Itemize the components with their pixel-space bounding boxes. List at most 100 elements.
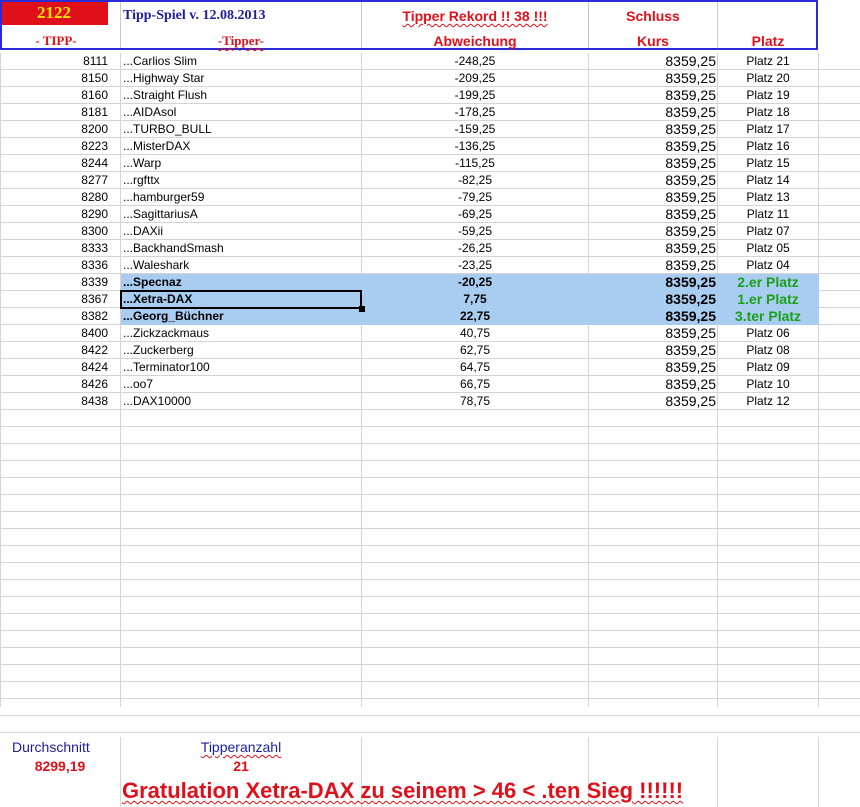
congratulation-banner[interactable]: Gratulation Xetra-DAX zu seinem > 46 < .… <box>122 778 683 804</box>
abweichung-cell[interactable]: 66,75 <box>362 376 588 393</box>
tipper-cell[interactable]: ...Carlios Slim <box>123 53 359 70</box>
tipp-cell[interactable]: 8150 <box>0 70 108 87</box>
platz-cell[interactable]: Platz 15 <box>718 155 818 172</box>
abweichung-cell[interactable]: 78,75 <box>362 393 588 410</box>
tipper-cell[interactable]: ...DAX10000 <box>123 393 359 410</box>
tipper-cell[interactable]: ...Straight Flush <box>123 87 359 104</box>
average-value[interactable]: 8299,19 <box>0 758 120 774</box>
abweichung-cell[interactable]: -209,25 <box>362 70 588 87</box>
tipper-cell[interactable]: ...DAXii <box>123 223 359 240</box>
active-cell-selection[interactable] <box>120 290 362 309</box>
platz-cell[interactable]: Platz 12 <box>718 393 818 410</box>
abweichung-cell[interactable]: 7,75 <box>362 291 588 308</box>
tipp-cell[interactable]: 8111 <box>0 53 108 70</box>
tipp-cell[interactable]: 8336 <box>0 257 108 274</box>
platz-cell[interactable]: Platz 10 <box>718 376 818 393</box>
platz-cell[interactable]: Platz 19 <box>718 87 818 104</box>
tipper-cell[interactable]: ...MisterDAX <box>123 138 359 155</box>
platz-cell[interactable]: Platz 06 <box>718 325 818 342</box>
tipper-cell[interactable]: ...rgfttx <box>123 172 359 189</box>
abweichung-cell[interactable]: -26,25 <box>362 240 588 257</box>
tipper-cell[interactable]: ...Highway Star <box>123 70 359 87</box>
tipper-cell[interactable]: ...oo7 <box>123 376 359 393</box>
kurs-cell[interactable]: 8359,25 <box>589 342 716 359</box>
tipper-cell[interactable]: ...Zuckerberg <box>123 342 359 359</box>
platz-cell[interactable]: 3.ter Platz <box>718 308 818 325</box>
tipper-cell[interactable]: ...Georg_Büchner <box>123 308 359 325</box>
abweichung-cell[interactable]: -20,25 <box>362 274 588 291</box>
abweichung-cell[interactable]: -79,25 <box>362 189 588 206</box>
sheet-title[interactable]: Tipp-Spiel v. 12.08.2013 <box>123 4 266 28</box>
tipp-cell[interactable]: 8290 <box>0 206 108 223</box>
average-label[interactable]: Durchschnitt <box>12 739 90 755</box>
tipp-cell[interactable]: 8280 <box>0 189 108 206</box>
platz-cell[interactable]: Platz 16 <box>718 138 818 155</box>
tipp-cell[interactable]: 8160 <box>0 87 108 104</box>
tipper-cell[interactable]: ...AIDAsol <box>123 104 359 121</box>
tipper-count-value[interactable]: 21 <box>121 758 361 774</box>
tipp-cell[interactable]: 8181 <box>0 104 108 121</box>
platz-cell[interactable]: 2.er Platz <box>718 274 818 291</box>
kurs-cell[interactable]: 8359,25 <box>589 223 716 240</box>
abweichung-cell[interactable]: -159,25 <box>362 121 588 138</box>
platz-cell[interactable]: Platz 20 <box>718 70 818 87</box>
abweichung-cell[interactable]: -136,25 <box>362 138 588 155</box>
tipp-cell[interactable]: 8422 <box>0 342 108 359</box>
platz-cell[interactable]: Platz 05 <box>718 240 818 257</box>
abweichung-cell[interactable]: -23,25 <box>362 257 588 274</box>
tipp-cell[interactable]: 8300 <box>0 223 108 240</box>
tipp-cell[interactable]: 8438 <box>0 393 108 410</box>
tipp-cell[interactable]: 8223 <box>0 138 108 155</box>
column-header-tipp[interactable]: - TIPP- <box>0 29 112 53</box>
abweichung-cell[interactable]: -82,25 <box>362 172 588 189</box>
kurs-cell[interactable]: 8359,25 <box>589 257 716 274</box>
abweichung-cell[interactable]: 22,75 <box>362 308 588 325</box>
kurs-cell[interactable]: 8359,25 <box>589 240 716 257</box>
tipper-cell[interactable]: ...Zickzackmaus <box>123 325 359 342</box>
abweichung-cell[interactable]: 62,75 <box>362 342 588 359</box>
tipper-cell[interactable]: ...Terminator100 <box>123 359 359 376</box>
platz-cell[interactable]: Platz 07 <box>718 223 818 240</box>
tipper-cell[interactable]: ...hamburger59 <box>123 189 359 206</box>
kurs-cell[interactable]: 8359,25 <box>589 274 716 291</box>
platz-cell[interactable]: Platz 21 <box>718 53 818 70</box>
kurs-cell[interactable]: 8359,25 <box>589 206 716 223</box>
tipp-cell[interactable]: 8426 <box>0 376 108 393</box>
record-cell[interactable]: Tipper Rekord !! 38 !!! <box>362 4 588 28</box>
kurs-cell[interactable]: 8359,25 <box>589 138 716 155</box>
kurs-cell[interactable]: 8359,25 <box>589 359 716 376</box>
kurs-cell[interactable]: 8359,25 <box>589 155 716 172</box>
abweichung-cell[interactable]: -69,25 <box>362 206 588 223</box>
column-header-kurs[interactable]: Kurs <box>589 29 717 53</box>
tipp-cell[interactable]: 8400 <box>0 325 108 342</box>
platz-cell[interactable]: Platz 04 <box>718 257 818 274</box>
tipper-count-label[interactable]: Tipperanzahl <box>121 739 361 755</box>
tipp-cell[interactable]: 8382 <box>0 308 108 325</box>
tipper-cell[interactable]: ...BackhandSmash <box>123 240 359 257</box>
platz-cell[interactable]: Platz 13 <box>718 189 818 206</box>
platz-cell[interactable]: Platz 11 <box>718 206 818 223</box>
tipp-cell[interactable]: 8200 <box>0 121 108 138</box>
fill-handle[interactable] <box>359 306 365 312</box>
kurs-cell[interactable]: 8359,25 <box>589 376 716 393</box>
tipp-cell[interactable]: 8424 <box>0 359 108 376</box>
platz-cell[interactable]: Platz 17 <box>718 121 818 138</box>
platz-cell[interactable]: Platz 08 <box>718 342 818 359</box>
kurs-cell[interactable]: 8359,25 <box>589 87 716 104</box>
kurs-cell[interactable]: 8359,25 <box>589 291 716 308</box>
kurs-cell[interactable]: 8359,25 <box>589 70 716 87</box>
tipper-cell[interactable]: ...Warp <box>123 155 359 172</box>
abweichung-cell[interactable]: 64,75 <box>362 359 588 376</box>
tipp-cell[interactable]: 8244 <box>0 155 108 172</box>
kurs-cell[interactable]: 8359,25 <box>589 172 716 189</box>
tipp-cell[interactable]: 8277 <box>0 172 108 189</box>
tipper-cell[interactable]: ...Specnaz <box>123 274 359 291</box>
platz-cell[interactable]: Platz 18 <box>718 104 818 121</box>
kurs-cell[interactable]: 8359,25 <box>589 308 716 325</box>
kurs-cell[interactable]: 8359,25 <box>589 104 716 121</box>
kurs-cell[interactable]: 8359,25 <box>589 189 716 206</box>
abweichung-cell[interactable]: -199,25 <box>362 87 588 104</box>
tipper-cell[interactable]: ...TURBO_BULL <box>123 121 359 138</box>
kurs-cell[interactable]: 8359,25 <box>589 53 716 70</box>
platz-cell[interactable]: Platz 09 <box>718 359 818 376</box>
